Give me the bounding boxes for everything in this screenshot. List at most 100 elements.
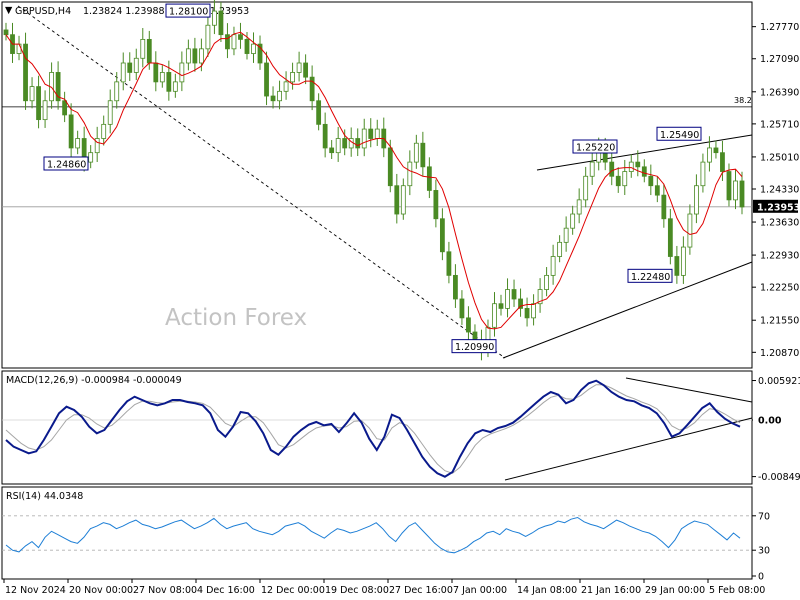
price-axis-label: 1.23630 xyxy=(760,218,799,229)
candle-body xyxy=(166,72,172,92)
candle-body xyxy=(615,175,621,187)
macd-axis-label: 0.005921 xyxy=(758,376,800,387)
candle-body xyxy=(296,62,302,73)
candle-body xyxy=(550,256,556,276)
candle-body xyxy=(329,147,335,154)
macd-signal-line xyxy=(5,384,741,474)
candle-body xyxy=(557,241,563,257)
time-axis-label: 27 Nov 08:00 xyxy=(133,585,197,596)
candle-body xyxy=(361,128,367,149)
candle-body xyxy=(563,227,569,243)
candle-body xyxy=(726,171,732,201)
candle-body xyxy=(114,81,120,102)
candle-body xyxy=(453,274,458,300)
macd-lower-trendline xyxy=(504,417,753,481)
candle-body xyxy=(120,62,126,83)
price-axis-label: 1.27770 xyxy=(760,22,799,33)
macd-upper-trendline xyxy=(625,377,753,403)
price-annotation-label: 1.20990 xyxy=(455,342,494,353)
candle-body xyxy=(127,62,133,73)
candle-body xyxy=(374,128,380,139)
candle-body xyxy=(635,161,641,168)
candle-body xyxy=(589,161,595,177)
rsi-axis-label: 30 xyxy=(758,546,770,557)
candle-body xyxy=(570,213,576,229)
price-axis-label: 1.24330 xyxy=(760,185,799,196)
candle-body xyxy=(270,95,276,102)
candle-body xyxy=(146,38,152,64)
candle-body xyxy=(335,138,341,154)
chart-canvas: ▼ GBPUSD,H4 1.23824 1.23988 1.23796 1.23… xyxy=(1,0,800,596)
candle-body xyxy=(407,161,413,187)
candle-body xyxy=(433,190,439,220)
candle-body xyxy=(446,251,452,276)
time-axis-label: 21 Jan 16:00 xyxy=(581,585,641,596)
macd-main-line xyxy=(5,379,741,478)
candle-body xyxy=(303,62,309,78)
price-annotation-label: 1.24860 xyxy=(47,159,86,170)
price-annotation-label: 1.28100 xyxy=(169,7,208,18)
candle-body xyxy=(172,81,178,92)
candle-body xyxy=(707,147,712,163)
candle-body xyxy=(492,303,497,328)
candle-body xyxy=(140,38,146,59)
candle-body xyxy=(192,48,198,64)
candle-body xyxy=(179,62,185,83)
candle-body xyxy=(342,138,348,149)
candle-body xyxy=(609,161,615,177)
candle-body xyxy=(524,308,530,319)
time-axis-label: 12 Nov 2024 xyxy=(5,585,66,596)
fib-label: 38.2 xyxy=(734,96,752,105)
time-axis-label: 27 Dec 16:00 xyxy=(389,585,453,596)
candle-body xyxy=(322,123,328,149)
time-axis-label: 7 Jan 00:00 xyxy=(453,585,507,596)
candle-body xyxy=(628,161,634,172)
rsi-panel xyxy=(1,486,753,580)
candle-body xyxy=(290,72,295,83)
price-axis-label: 1.27090 xyxy=(760,54,799,65)
candle-body xyxy=(36,86,41,121)
candle-body xyxy=(23,43,28,102)
candle-body xyxy=(218,10,224,36)
macd-panel xyxy=(1,370,753,485)
candle-body xyxy=(713,147,719,154)
price-panel xyxy=(1,1,753,369)
candle-body xyxy=(62,100,68,116)
symbol-label: GBPUSD,H4 xyxy=(15,6,71,17)
time-axis-label: 5 Feb 08:00 xyxy=(709,585,765,596)
candle-body xyxy=(544,274,550,290)
candle-body xyxy=(654,185,660,196)
candle-body xyxy=(420,142,426,168)
candle-body xyxy=(159,72,165,83)
candle-body xyxy=(212,10,217,26)
price-axis-label: 1.22930 xyxy=(760,251,799,262)
candle-body xyxy=(531,303,536,319)
candle-body xyxy=(153,62,159,83)
candle-body xyxy=(88,152,94,163)
candle-body xyxy=(413,142,419,163)
price-annotation-label: 1.25220 xyxy=(576,143,615,154)
candle-body xyxy=(648,175,654,187)
candle-body xyxy=(661,194,667,220)
candle-body xyxy=(231,34,237,50)
candle-body xyxy=(680,246,686,276)
candle-body xyxy=(198,48,204,64)
price-axis-label: 1.25010 xyxy=(760,152,799,163)
candle-body xyxy=(739,180,745,208)
time-axis-label: 4 Dec 16:00 xyxy=(197,585,255,596)
candle-body xyxy=(16,43,22,54)
candle-body xyxy=(107,100,113,125)
candle-body xyxy=(426,166,432,191)
candle-body xyxy=(466,317,471,333)
candle-body xyxy=(42,100,48,121)
candle-body xyxy=(368,128,374,139)
dropdown-icon[interactable]: ▼ xyxy=(5,5,13,16)
candle-body xyxy=(498,303,504,309)
candle-body xyxy=(667,218,673,257)
candle-body xyxy=(251,43,256,54)
candle-body xyxy=(583,175,589,201)
candle-body xyxy=(29,86,35,102)
current-price-label: 1.23953 xyxy=(757,202,800,213)
candle-body xyxy=(641,166,647,177)
candle-body xyxy=(394,185,400,215)
